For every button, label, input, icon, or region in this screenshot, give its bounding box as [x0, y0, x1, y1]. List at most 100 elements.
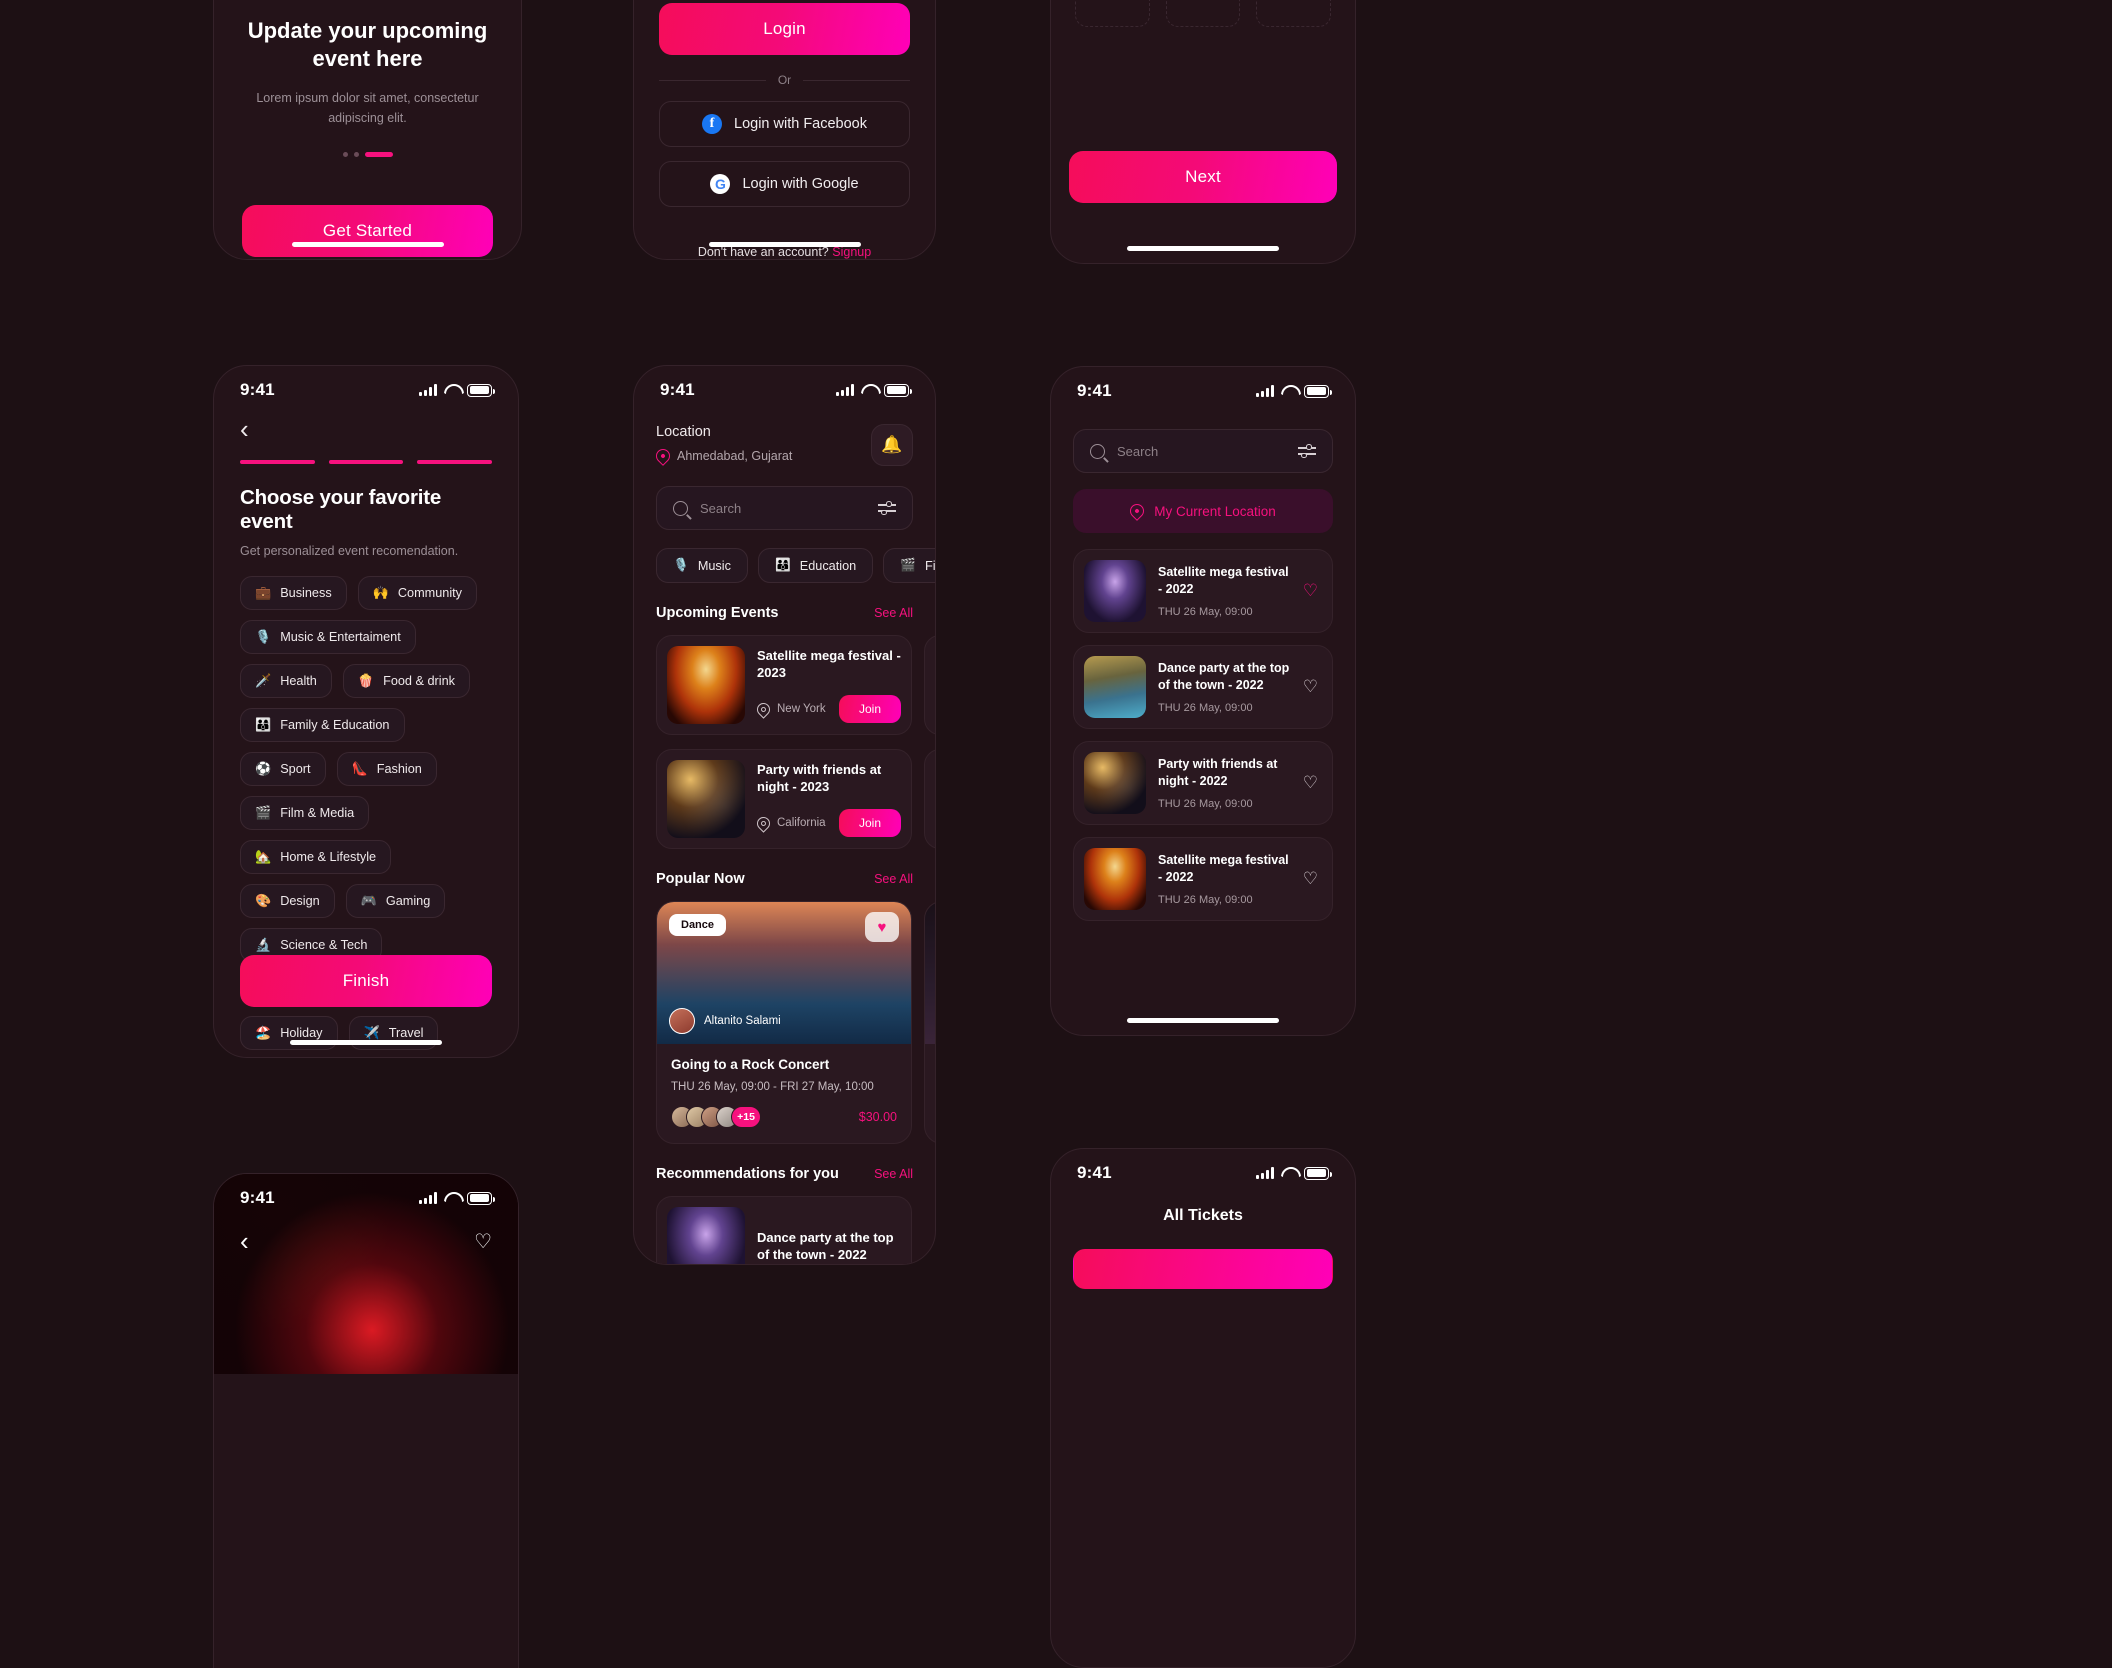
search-result-item[interactable]: Party with friends at night - 2022 THU 26…	[1073, 741, 1333, 825]
login-google-button[interactable]: G Login with Google	[659, 161, 910, 207]
design-board: Update your upcoming event here Lorem ip…	[0, 0, 2112, 1668]
location-value-row[interactable]: Ahmedabad, Gujarat	[653, 446, 792, 466]
upcoming-see-all-link[interactable]: See All	[874, 606, 913, 620]
search-result-item[interactable]: Satellite mega festival - 2022 THU 26 May…	[1073, 549, 1333, 633]
dot-1[interactable]	[342, 152, 348, 158]
search-input[interactable]: Search	[1073, 429, 1333, 473]
location-pin-icon	[754, 699, 773, 719]
search-results-list: Satellite mega festival - 2022 THU 26 May…	[1051, 549, 1355, 921]
category-chip-label: Science & Tech	[280, 937, 368, 952]
category-chip[interactable]: 🎙️ Music & Entertaiment	[240, 619, 416, 654]
category-chip[interactable]: 👨‍👩‍👦 Family & Education	[240, 707, 405, 742]
screen-event-detail: 9:41 ‹ ♡	[213, 1173, 519, 1668]
get-started-button[interactable]: Get Started	[242, 205, 493, 258]
login-button[interactable]: Login	[659, 3, 910, 55]
status-bar: 9:41	[1051, 1149, 1355, 1185]
event-card[interactable]: Dance party at the top of the town - 202…	[656, 1196, 912, 1264]
google-icon: G	[710, 174, 731, 194]
category-chip[interactable]: 🎮 Gaming	[345, 883, 446, 918]
signal-icon	[419, 384, 437, 396]
onboarding-subtitle: Lorem ipsum dolor sit amet, consectetur …	[256, 91, 479, 125]
favorite-heart-icon[interactable]: ♡	[1303, 677, 1322, 697]
favorite-heart-icon[interactable]: ♡	[1303, 773, 1322, 793]
search-placeholder: Search	[700, 500, 742, 516]
category-chip[interactable]: 💼 Business	[240, 575, 347, 610]
category-chip[interactable]: 👠 Fashion	[336, 751, 437, 786]
attendee-overflow-count: +15	[731, 1106, 761, 1128]
favorite-heart-icon[interactable]: ♥	[865, 912, 899, 942]
category-chip[interactable]: 🏡 Home & Lifestyle	[240, 839, 392, 874]
event-location: New York	[754, 699, 826, 719]
filter-sliders-icon[interactable]	[878, 501, 896, 515]
otp-digit-3[interactable]	[1256, 0, 1332, 27]
category-chip[interactable]: ⚽ Sport	[240, 751, 326, 786]
signup-link[interactable]: Signup	[832, 245, 871, 259]
filter-sliders-icon[interactable]	[1298, 444, 1316, 458]
progress-step-3	[417, 460, 493, 464]
event-title: Party with friends at night - 2022	[1158, 757, 1278, 788]
category-chip[interactable]: 🍿 Food & drink	[342, 663, 470, 698]
category-tab[interactable]: 🎬 Film & Media	[883, 548, 935, 583]
event-card[interactable]: Party with friends at night - 2023 Calif…	[656, 749, 912, 849]
event-thumbnail	[667, 646, 745, 724]
wifi-icon	[444, 384, 460, 396]
next-button[interactable]: Next	[1069, 151, 1337, 203]
otp-digit-1[interactable]	[1075, 0, 1150, 27]
favorite-heart-icon[interactable]: ♡	[1303, 869, 1322, 889]
category-tab[interactable]: 👨‍👩‍👦 Education	[757, 548, 874, 583]
event-card[interactable]: Satellite mega festival - 2023 New York …	[656, 635, 912, 735]
category-chip-label: Sport	[280, 761, 311, 776]
event-card-partial[interactable]	[924, 635, 935, 735]
category-emoji-icon: 👠	[351, 761, 368, 776]
event-card-partial[interactable]	[924, 749, 935, 849]
category-tab[interactable]: 🎙️ Music	[656, 548, 748, 583]
event-title: Satellite mega festival - 2022	[1158, 565, 1289, 596]
progress-step-1	[240, 460, 315, 464]
event-location-label: California	[777, 817, 826, 830]
event-hero-image: 9:41 ‹ ♡	[214, 1174, 518, 1374]
bell-icon[interactable]: 🔔	[871, 424, 913, 466]
category-chip[interactable]: 🙌 Community	[357, 575, 478, 610]
join-button[interactable]: Join	[838, 809, 901, 838]
category-chip[interactable]: 🎬 Film & Media	[240, 795, 370, 830]
popular-card-partial[interactable]: Po F T	[924, 901, 935, 1144]
login-facebook-button[interactable]: f Login with Facebook	[659, 101, 910, 147]
search-result-item[interactable]: Dance party at the top of the town - 202…	[1073, 645, 1333, 729]
recommendations-see-all-link[interactable]: See All	[874, 1167, 913, 1181]
popular-card[interactable]: Dance ♥ Altanito Salami Going to a Rock …	[656, 901, 912, 1144]
category-emoji-icon: 🙌	[372, 585, 389, 600]
favorite-heart-icon[interactable]: ♡	[474, 1229, 492, 1254]
category-emoji-icon: 🎬	[255, 805, 272, 820]
otp-digit-2[interactable]	[1165, 0, 1241, 27]
category-emoji-icon: 🎙️	[673, 558, 689, 572]
screen-home: 9:41 Location Ahmedabad, Gujarat 🔔 Searc…	[633, 365, 936, 1265]
recommendations-header: Recommendations for you See All	[634, 1144, 935, 1182]
search-result-item[interactable]: Satellite mega festival - 2022 THU 26 May…	[1073, 837, 1333, 921]
popular-see-all-link[interactable]: See All	[874, 872, 913, 886]
back-chevron-icon[interactable]: ‹	[240, 1228, 249, 1254]
event-location: California	[754, 813, 826, 833]
my-current-location-button[interactable]: My Current Location	[1073, 489, 1333, 533]
dot-2[interactable]	[353, 152, 359, 158]
search-input[interactable]: Search	[656, 486, 913, 530]
back-chevron-icon[interactable]: ‹	[214, 402, 518, 442]
category-chip-label: Business	[280, 585, 332, 600]
category-chip[interactable]: 🎨 Design	[240, 883, 335, 918]
wifi-icon	[1281, 385, 1297, 397]
category-tab-label: Education	[799, 558, 857, 573]
ticket-tab-active[interactable]	[1073, 1249, 1333, 1289]
wifi-icon	[444, 1192, 460, 1204]
home-indicator	[290, 1040, 442, 1045]
dot-3-active[interactable]	[364, 152, 393, 158]
category-tab-strip: 🎙️ Music 👨‍👩‍👦 Education 🎬 Film & Media	[634, 530, 935, 583]
favorite-heart-icon[interactable]: ♡	[1303, 581, 1322, 601]
login-google-label: Login with Google	[742, 176, 859, 192]
category-chip[interactable]: 🗡️ Health	[240, 663, 332, 698]
category-chip-label: Gaming	[385, 893, 431, 908]
finish-button[interactable]: Finish	[240, 955, 492, 1007]
event-date: THU 26 May, 09:00	[1158, 798, 1253, 810]
event-title: Satellite mega festival - 2023	[757, 647, 901, 680]
join-button[interactable]: Join	[838, 695, 901, 724]
screen-onboarding: Update your upcoming event here Lorem ip…	[213, 0, 522, 260]
popular-now-title: Popular Now	[656, 871, 745, 887]
